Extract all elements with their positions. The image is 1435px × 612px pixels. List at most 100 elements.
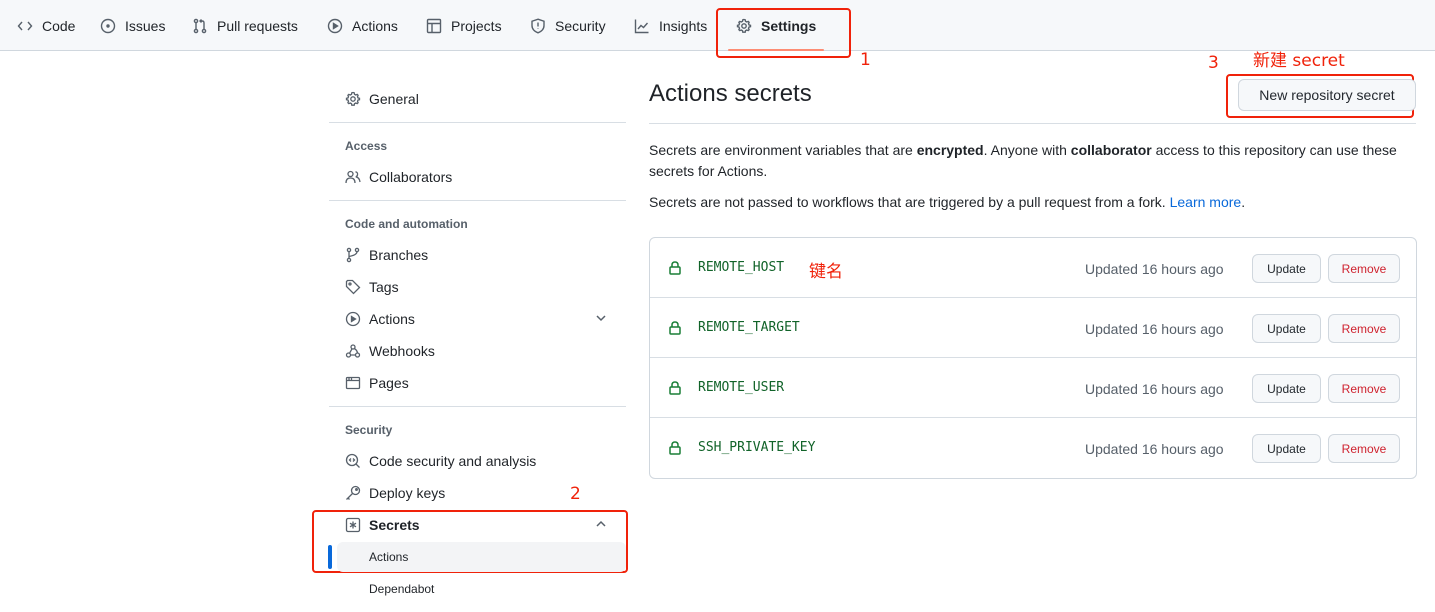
update-secret-button[interactable]: Update xyxy=(1252,314,1321,343)
sidebar-subitem-secrets-actions[interactable]: Actions xyxy=(337,542,626,572)
tab-label: Projects xyxy=(451,17,502,34)
codescan-icon xyxy=(345,453,361,469)
annotation-step-1: 1 xyxy=(860,50,871,70)
sidebar-item-label: Actions xyxy=(369,311,415,327)
sidebar-item-label: Code security and analysis xyxy=(369,453,537,469)
tab-settings[interactable]: Settings xyxy=(728,0,825,51)
sidebar-item-tags[interactable]: Tags xyxy=(329,271,626,303)
fork-notice-period: . xyxy=(1241,194,1246,210)
active-tab-indicator xyxy=(728,49,825,51)
key-icon xyxy=(345,485,361,501)
description-bold-encrypted: encrypted xyxy=(916,142,984,158)
lock-icon xyxy=(667,380,683,396)
sidebar-heading-access: Access xyxy=(345,139,388,153)
sidebar-item-actions[interactable]: Actions xyxy=(329,303,626,335)
secret-row: REMOTE_USER Updated 16 hours ago Update … xyxy=(650,357,1416,417)
update-secret-button[interactable]: Update xyxy=(1252,434,1321,463)
chevron-up-icon[interactable] xyxy=(594,517,608,531)
fork-notice-text: Secrets are not passed to workflows that… xyxy=(649,194,1170,210)
annotation-key-name-note: 键名 xyxy=(809,262,843,282)
tab-label: Code xyxy=(42,17,76,34)
gear-icon xyxy=(345,91,361,107)
tab-label: Settings xyxy=(761,17,817,34)
lock-icon xyxy=(667,260,683,276)
code-icon xyxy=(17,21,33,30)
sidebar-item-label: General xyxy=(369,91,419,107)
tab-pull-requests[interactable]: Pull requests xyxy=(192,0,298,51)
sidebar-item-general[interactable]: General xyxy=(329,83,626,115)
sidebar-item-label: Collaborators xyxy=(369,169,453,185)
sidebar-heading-security: Security xyxy=(345,423,393,437)
sidebar-item-label: Pages xyxy=(369,375,409,391)
secret-row: SSH_PRIVATE_KEY Updated 16 hours ago Upd… xyxy=(650,417,1416,477)
secret-name: REMOTE_USER xyxy=(698,380,785,395)
key-asterisk-icon xyxy=(345,517,361,533)
sidebar-item-branches[interactable]: Branches xyxy=(329,239,626,271)
sidebar-item-label: Secrets xyxy=(369,517,420,533)
description-bold-collaborator: collaborator xyxy=(1070,142,1152,158)
play-icon xyxy=(345,311,361,327)
page-title: Actions secrets xyxy=(649,80,812,107)
sidebar-divider xyxy=(329,122,626,123)
sidebar-item-pages[interactable]: Pages xyxy=(329,367,626,399)
fork-notice: Secrets are not passed to workflows that… xyxy=(649,192,1409,213)
sidebar-item-webhooks[interactable]: Webhooks xyxy=(329,335,626,367)
tag-icon xyxy=(345,279,361,295)
update-secret-button[interactable]: Update xyxy=(1252,374,1321,403)
gear-icon xyxy=(736,18,752,33)
repo-nav: Code Issues Pull requests Actions Projec… xyxy=(0,0,1435,51)
secret-row: REMOTE_TARGET Updated 16 hours ago Updat… xyxy=(650,297,1416,357)
tab-label: Security xyxy=(555,17,606,34)
secret-updated: Updated 16 hours ago xyxy=(1085,261,1224,277)
learn-more-link[interactable]: Learn more xyxy=(1170,194,1242,210)
sidebar-subitem-secrets-dependabot[interactable]: Dependabot xyxy=(337,574,626,604)
sidebar-item-label: Branches xyxy=(369,247,429,263)
tab-insights[interactable]: Insights xyxy=(634,0,707,51)
annotation-new-secret-note: 新建 secret xyxy=(1253,51,1345,71)
sidebar-item-secrets[interactable]: Secrets xyxy=(329,509,626,541)
remove-secret-button[interactable]: Remove xyxy=(1328,374,1400,403)
tab-issues[interactable]: Issues xyxy=(100,0,165,51)
secrets-description: Secrets are environment variables that a… xyxy=(649,140,1409,182)
remove-secret-button[interactable]: Remove xyxy=(1328,434,1400,463)
secrets-list: REMOTE_HOST Updated 16 hours ago Update … xyxy=(649,237,1417,479)
tab-projects[interactable]: Projects xyxy=(426,0,502,51)
tab-label: Actions xyxy=(352,17,398,34)
sidebar-divider xyxy=(329,200,626,201)
update-secret-button[interactable]: Update xyxy=(1252,254,1321,283)
sidebar-heading-code-automation: Code and automation xyxy=(345,217,468,231)
remove-secret-button[interactable]: Remove xyxy=(1328,254,1400,283)
sidebar-item-label: Webhooks xyxy=(369,343,435,359)
git-pull-request-icon xyxy=(193,18,207,33)
shield-icon xyxy=(531,17,545,34)
tab-security[interactable]: Security xyxy=(530,0,606,51)
git-branch-icon xyxy=(345,247,361,263)
title-divider xyxy=(649,123,1416,124)
secret-name: SSH_PRIVATE_KEY xyxy=(698,440,816,455)
description-text: . Anyone with xyxy=(983,142,1071,158)
chevron-down-icon[interactable] xyxy=(594,311,608,325)
new-repository-secret-button[interactable]: New repository secret xyxy=(1238,79,1416,111)
secret-name: REMOTE_TARGET xyxy=(698,320,800,335)
lock-icon xyxy=(667,440,683,456)
browser-icon xyxy=(345,375,361,391)
tab-label: Pull requests xyxy=(217,17,298,34)
graph-icon xyxy=(634,19,649,33)
webhook-icon xyxy=(345,343,361,359)
tab-code[interactable]: Code xyxy=(17,0,75,51)
sidebar-item-label: Deploy keys xyxy=(369,485,446,501)
description-text: Secrets are environment variables that a… xyxy=(649,142,917,158)
sidebar-item-collaborators[interactable]: Collaborators xyxy=(329,161,626,193)
annotation-step-3: 3 xyxy=(1208,53,1219,73)
secret-name: REMOTE_HOST xyxy=(698,260,785,275)
remove-secret-button[interactable]: Remove xyxy=(1328,314,1400,343)
sidebar-divider xyxy=(329,406,626,407)
tab-actions[interactable]: Actions xyxy=(327,0,398,51)
sidebar-item-code-security[interactable]: Code security and analysis xyxy=(329,445,626,477)
tab-label: Issues xyxy=(125,17,166,34)
sidebar-item-deploy-keys[interactable]: Deploy keys xyxy=(329,477,626,509)
secret-row: REMOTE_HOST Updated 16 hours ago Update … xyxy=(650,238,1416,298)
secret-updated: Updated 16 hours ago xyxy=(1085,321,1224,337)
lock-icon xyxy=(667,320,683,336)
secret-updated: Updated 16 hours ago xyxy=(1085,381,1224,397)
